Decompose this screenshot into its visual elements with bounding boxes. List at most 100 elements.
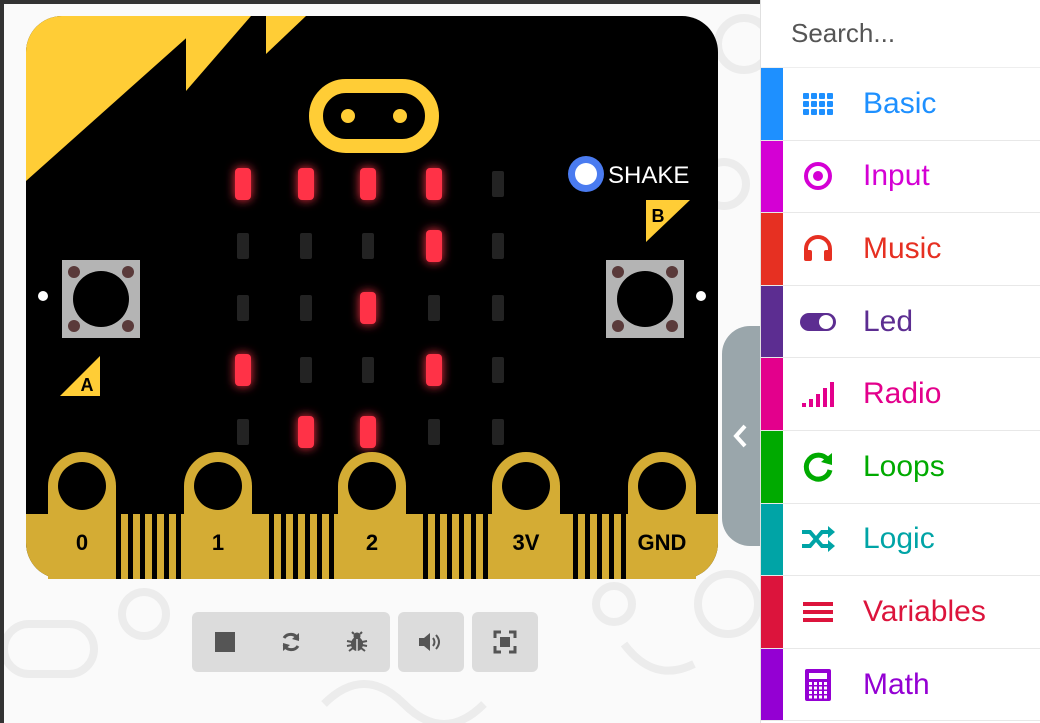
button-a-label: A: [81, 375, 94, 395]
led-r4-c0: [237, 419, 249, 445]
pin-gnd[interactable]: GND: [628, 452, 696, 579]
simulator-panel: A B SHAKE 0 1 2 3V GND: [4, 4, 760, 723]
category-color-stripe: [761, 503, 783, 576]
category-label: Input: [863, 159, 930, 193]
category-music[interactable]: Music: [761, 213, 1040, 286]
led-r3-c4: [492, 357, 504, 383]
led-r0-c2: [360, 168, 376, 200]
led-r1-c2: [362, 233, 374, 259]
pin-1[interactable]: 1: [184, 452, 252, 579]
pin-2[interactable]: 2: [338, 452, 406, 579]
microbit-board: A B SHAKE 0 1 2 3V GND: [26, 16, 718, 579]
signal-bars-icon: [802, 382, 834, 408]
port-dot-right: [696, 291, 706, 301]
category-led[interactable]: Led: [761, 285, 1040, 359]
pin-0[interactable]: 0: [48, 452, 116, 579]
category-variables[interactable]: Variables: [761, 576, 1040, 649]
category-icon-wrapper: [799, 375, 837, 413]
category-color-stripe: [761, 648, 783, 721]
category-loops[interactable]: Loops: [761, 430, 1040, 504]
category-icon-wrapper: [799, 520, 837, 558]
category-math[interactable]: Math: [761, 648, 1040, 722]
led-r4-c3: [428, 419, 440, 445]
simulator-controls: [192, 612, 538, 672]
category-label: Loops: [863, 449, 945, 483]
led-r1-c4: [492, 233, 504, 259]
view-controls-group: [472, 612, 538, 672]
category-color-stripe: [761, 358, 783, 430]
category-color-stripe: [761, 576, 783, 648]
category-list: Basic Input Music Led Radio Loops Logic Variabl…: [761, 68, 1040, 722]
chevron-left-icon: [733, 424, 747, 448]
led-r1-c0: [237, 233, 249, 259]
category-basic[interactable]: Basic: [761, 68, 1040, 141]
toolbox: Basic Input Music Led Radio Loops Logic Variabl…: [760, 0, 1040, 723]
category-icon-wrapper: [799, 666, 837, 704]
button-a[interactable]: [62, 260, 140, 338]
led-r2-c4: [492, 295, 504, 321]
category-label: Variables: [863, 594, 986, 628]
category-icon-wrapper: [799, 157, 837, 195]
led-r3-c3: [426, 354, 442, 386]
led-r0-c3: [426, 168, 442, 200]
pin-label: 2: [366, 530, 378, 555]
pin-label: 1: [212, 530, 224, 555]
category-color-stripe: [761, 285, 783, 358]
stop-icon: [215, 632, 235, 652]
calculator-icon: [805, 668, 831, 701]
stop-button[interactable]: [192, 612, 258, 672]
led-r0-c0: [235, 168, 251, 200]
category-color-stripe: [761, 430, 783, 503]
volume-icon: [419, 633, 440, 651]
toggle-icon: [800, 312, 836, 331]
led-r0-c4: [492, 171, 504, 197]
category-label: Led: [863, 304, 914, 338]
led-r1-c1: [300, 233, 312, 259]
category-icon-wrapper: [799, 85, 837, 123]
restart-button[interactable]: [258, 612, 324, 672]
pin-label: 3V: [513, 530, 540, 555]
led-r3-c1: [300, 357, 312, 383]
run-controls-group: [192, 612, 390, 672]
pin-label: 0: [76, 530, 88, 555]
pin-3v[interactable]: 3V: [492, 452, 560, 579]
led-r2-c1: [300, 295, 312, 321]
shake-button[interactable]: SHAKE: [568, 156, 689, 192]
category-icon-wrapper: [799, 303, 837, 341]
target-icon: [804, 162, 832, 191]
sound-controls-group: [398, 612, 464, 672]
category-color-stripe: [761, 68, 783, 140]
category-icon-wrapper: [799, 448, 837, 486]
category-label: Math: [863, 667, 930, 701]
search-bar: [761, 0, 1040, 68]
led-r3-c0: [235, 354, 251, 386]
category-color-stripe: [761, 140, 783, 213]
led-r4-c1: [298, 416, 314, 448]
shuffle-icon: [802, 526, 835, 553]
search-input[interactable]: [791, 18, 1021, 49]
led-r2-c3: [428, 295, 440, 321]
led-r4-c2: [360, 416, 376, 448]
category-input[interactable]: Input: [761, 140, 1040, 214]
category-icon-wrapper: [799, 593, 837, 631]
led-r2-c0: [237, 295, 249, 321]
collapse-simulator-button[interactable]: [722, 326, 762, 546]
port-dot-left: [38, 291, 48, 301]
refresh-icon: [803, 452, 833, 482]
mute-button[interactable]: [398, 612, 464, 672]
lines-icon: [803, 601, 833, 622]
category-icon-wrapper: [799, 230, 837, 268]
category-label: Radio: [863, 377, 942, 411]
headphones-icon: [804, 234, 832, 261]
category-radio[interactable]: Radio: [761, 358, 1040, 431]
fullscreen-icon: [493, 630, 517, 654]
category-color-stripe: [761, 213, 783, 285]
led-r1-c3: [426, 230, 442, 262]
category-logic[interactable]: Logic: [761, 503, 1040, 577]
debug-button[interactable]: [324, 612, 390, 672]
led-r3-c2: [362, 357, 374, 383]
category-label: Logic: [863, 522, 935, 556]
button-b[interactable]: [606, 260, 684, 338]
fullscreen-button[interactable]: [472, 612, 538, 672]
led-r2-c2: [360, 292, 376, 324]
